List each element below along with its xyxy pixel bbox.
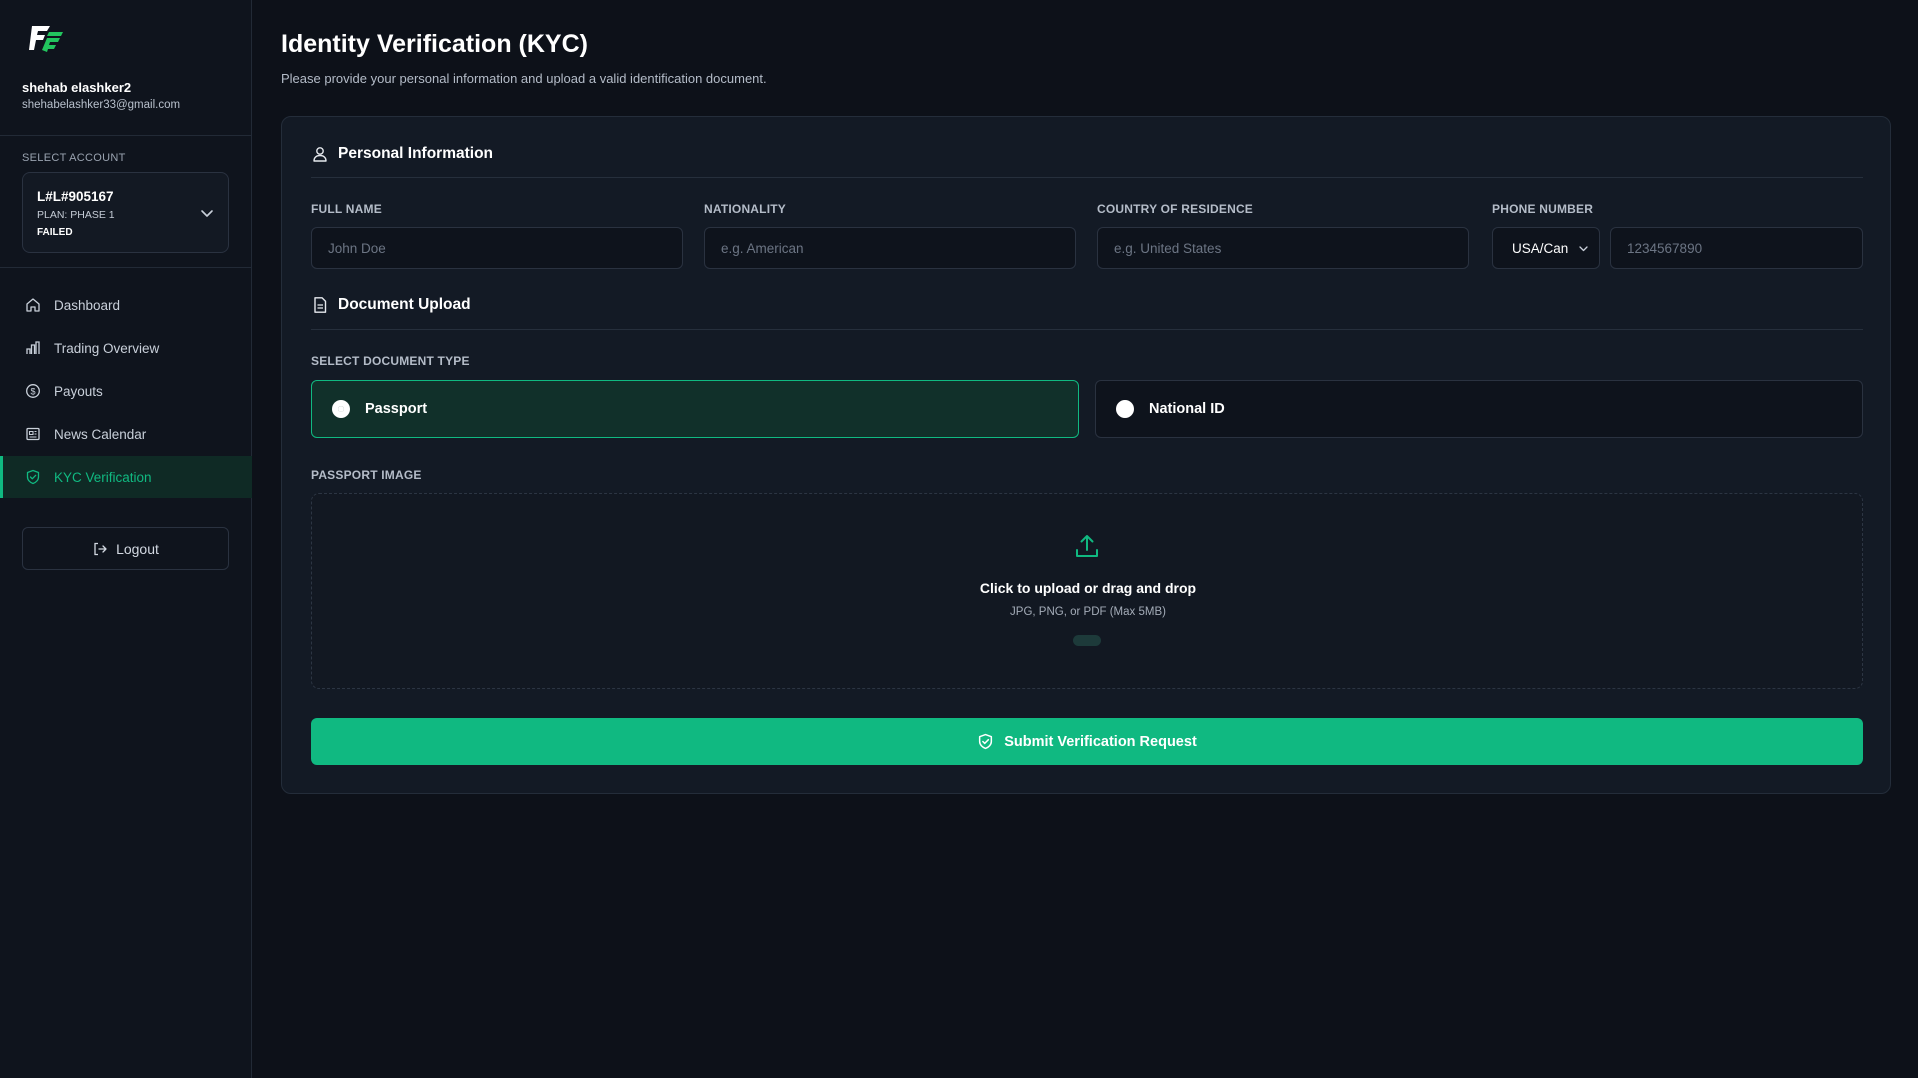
sidebar-item-label: Dashboard bbox=[54, 297, 121, 313]
country-code-select[interactable]: USA/Can bbox=[1492, 227, 1600, 269]
sidebar-divider bbox=[0, 267, 252, 268]
user-email: shehabelashker33@gmail.com bbox=[22, 99, 181, 111]
section-title: Personal Information bbox=[338, 145, 494, 162]
submit-label: Submit Verification Request bbox=[1004, 733, 1197, 750]
select-account-label: SELECT ACCOUNT bbox=[22, 152, 126, 164]
sidebar-item-kyc-verification[interactable]: KYC Verification bbox=[0, 456, 252, 498]
submit-verification-button[interactable]: Submit Verification Request bbox=[311, 718, 1863, 765]
sidebar-item-label: Trading Overview bbox=[54, 340, 160, 356]
account-status-badge: FAILED bbox=[37, 227, 73, 238]
sidebar-item-news-calendar[interactable]: News Calendar bbox=[0, 413, 252, 455]
brand-logo[interactable] bbox=[28, 22, 66, 56]
section-divider bbox=[311, 177, 1863, 178]
account-id: L#L#905167 bbox=[37, 189, 114, 204]
phone-label: PHONE NUMBER bbox=[1492, 202, 1594, 216]
sidebar-item-label: Payouts bbox=[54, 383, 103, 399]
radio-selected-icon bbox=[332, 400, 350, 418]
newspaper-icon bbox=[24, 425, 42, 443]
svg-text:$: $ bbox=[30, 386, 35, 396]
country-label: COUNTRY OF RESIDENCE bbox=[1097, 202, 1254, 216]
passport-image-label: PASSPORT IMAGE bbox=[311, 468, 422, 482]
sidebar-divider bbox=[0, 135, 252, 136]
kyc-form-card: Personal Information FULL NAME NATIONALI… bbox=[281, 116, 1891, 794]
doc-option-label: National ID bbox=[1149, 401, 1225, 417]
section-divider bbox=[311, 329, 1863, 330]
user-name: shehab elashker2 bbox=[22, 80, 132, 95]
home-icon bbox=[24, 296, 42, 314]
chevron-down-icon bbox=[1579, 246, 1588, 252]
page-subtitle: Please provide your personal information… bbox=[281, 71, 767, 86]
full-name-label: FULL NAME bbox=[311, 202, 382, 216]
sidebar-item-dashboard[interactable]: Dashboard bbox=[0, 284, 252, 326]
shield-check-icon bbox=[24, 468, 42, 486]
document-type-label: SELECT DOCUMENT TYPE bbox=[311, 354, 470, 368]
document-upload-heading: Document Upload bbox=[311, 296, 471, 314]
logout-button[interactable]: Logout bbox=[22, 527, 229, 570]
doc-option-passport[interactable]: Passport bbox=[311, 380, 1079, 438]
sidebar-item-trading-overview[interactable]: Trading Overview bbox=[0, 327, 252, 369]
account-plan: PLAN: PHASE 1 bbox=[37, 209, 115, 221]
chevron-down-icon bbox=[201, 210, 213, 217]
dollar-icon: $ bbox=[24, 382, 42, 400]
account-selector[interactable]: L#L#905167 PLAN: PHASE 1 FAILED bbox=[22, 172, 229, 253]
upload-title: Click to upload or drag and drop bbox=[979, 580, 1197, 596]
logout-icon bbox=[94, 542, 107, 555]
chart-icon bbox=[24, 339, 42, 357]
sidebar-item-payouts[interactable]: $ Payouts bbox=[0, 370, 252, 412]
upload-indicator bbox=[1073, 635, 1101, 646]
nationality-label: NATIONALITY bbox=[704, 202, 786, 216]
radio-unselected-icon bbox=[1116, 400, 1134, 418]
doc-option-national-id[interactable]: National ID bbox=[1095, 380, 1863, 438]
country-input[interactable] bbox=[1097, 227, 1469, 269]
nationality-input[interactable] bbox=[704, 227, 1076, 269]
country-code-value: USA/Can bbox=[1512, 240, 1569, 256]
user-icon bbox=[313, 147, 327, 162]
upload-hint: JPG, PNG, or PDF (Max 5MB) bbox=[1010, 606, 1166, 618]
personal-info-heading: Personal Information bbox=[311, 145, 493, 163]
page-title: Identity Verification (KYC) bbox=[281, 30, 588, 58]
sidebar-item-label: News Calendar bbox=[54, 426, 147, 442]
upload-icon bbox=[1076, 535, 1098, 557]
upload-dropzone[interactable]: Click to upload or drag and drop JPG, PN… bbox=[311, 493, 1863, 689]
sidebar-item-label: KYC Verification bbox=[54, 469, 152, 485]
full-name-input[interactable] bbox=[311, 227, 683, 269]
sidebar: shehab elashker2 shehabelashker33@gmail.… bbox=[0, 0, 252, 1078]
phone-number-input[interactable] bbox=[1610, 227, 1863, 269]
doc-option-label: Passport bbox=[365, 401, 428, 417]
section-title: Document Upload bbox=[338, 296, 471, 313]
document-icon bbox=[314, 297, 327, 313]
shield-check-icon bbox=[979, 733, 993, 750]
logout-label: Logout bbox=[116, 540, 159, 557]
